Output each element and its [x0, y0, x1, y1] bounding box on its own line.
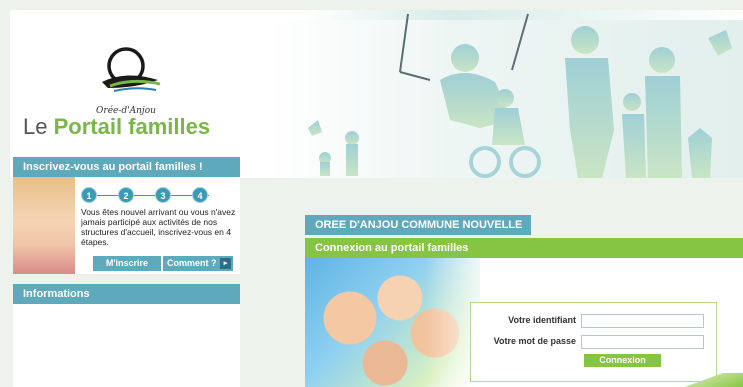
username-input[interactable] — [581, 314, 704, 328]
site-title-prefix: Le — [23, 114, 48, 139]
register-panel: Inscrivez-vous au portail familles ! 1 2… — [13, 157, 240, 274]
username-label: Votre identifiant — [508, 315, 576, 325]
tab-community[interactable]: OREE D'ANJOU COMMUNE NOUVELLE — [305, 215, 531, 235]
site-title: Le Portail familles — [23, 114, 210, 140]
step-4: 4 — [192, 187, 208, 203]
register-steps: 1 2 3 4 — [81, 187, 211, 205]
step-3: 3 — [155, 187, 171, 203]
page: Orée-d'Anjou Le Portail familles Inscriv… — [0, 0, 743, 387]
step-1: 1 — [81, 187, 97, 203]
howto-button-label: Comment ? — [167, 258, 217, 268]
step-2: 2 — [118, 187, 134, 203]
help-video-icon: ▸ — [220, 258, 231, 269]
password-label: Votre mot de passe — [493, 336, 576, 346]
login-form: Votre identifiant Votre mot de passe Con… — [470, 302, 717, 382]
logo-icon[interactable] — [96, 44, 166, 104]
info-panel: Informations — [13, 284, 240, 387]
login-button[interactable]: Connexion — [584, 354, 661, 367]
login-area: Votre identifiant Votre mot de passe Con… — [305, 258, 743, 387]
steps-line — [89, 195, 209, 196]
family-silhouettes-illustration — [308, 13, 732, 178]
signup-button[interactable]: M'inscrire — [93, 256, 161, 271]
login-section-title: Connexion au portail familles — [305, 238, 743, 258]
child-photo — [13, 177, 75, 274]
bottom-swoosh — [683, 373, 743, 387]
register-description: Vous êtes nouvel arrivant ou vous n'avez… — [81, 207, 236, 247]
header-banner: Orée-d'Anjou Le Portail familles — [10, 10, 743, 178]
site-title-main: Portail familles — [53, 114, 211, 139]
password-input[interactable] — [581, 335, 704, 349]
howto-button[interactable]: Comment ? ▸ — [163, 256, 233, 271]
info-panel-title: Informations — [13, 284, 240, 304]
register-panel-title: Inscrivez-vous au portail familles ! — [13, 157, 240, 177]
